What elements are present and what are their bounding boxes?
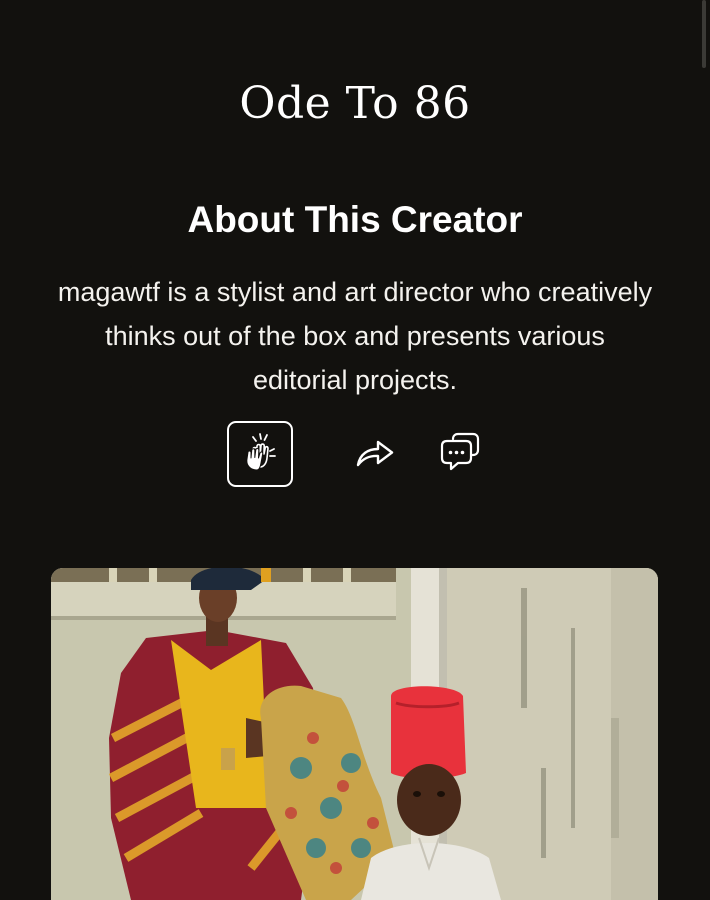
about-heading: About This Creator — [187, 199, 523, 240]
chat-bubbles-icon — [439, 431, 481, 478]
clapping-hands-icon — [240, 431, 280, 478]
share-arrow-icon — [355, 435, 395, 474]
share-button[interactable] — [342, 421, 408, 487]
action-bar — [0, 421, 710, 487]
comment-button[interactable] — [427, 421, 493, 487]
editorial-photo — [51, 568, 658, 900]
scrollbar-thumb[interactable] — [702, 0, 706, 68]
clap-button[interactable] — [227, 421, 293, 487]
creator-description: magawtf is a stylist and art director wh… — [57, 277, 653, 395]
page-title: Ode To 86 — [239, 78, 471, 129]
